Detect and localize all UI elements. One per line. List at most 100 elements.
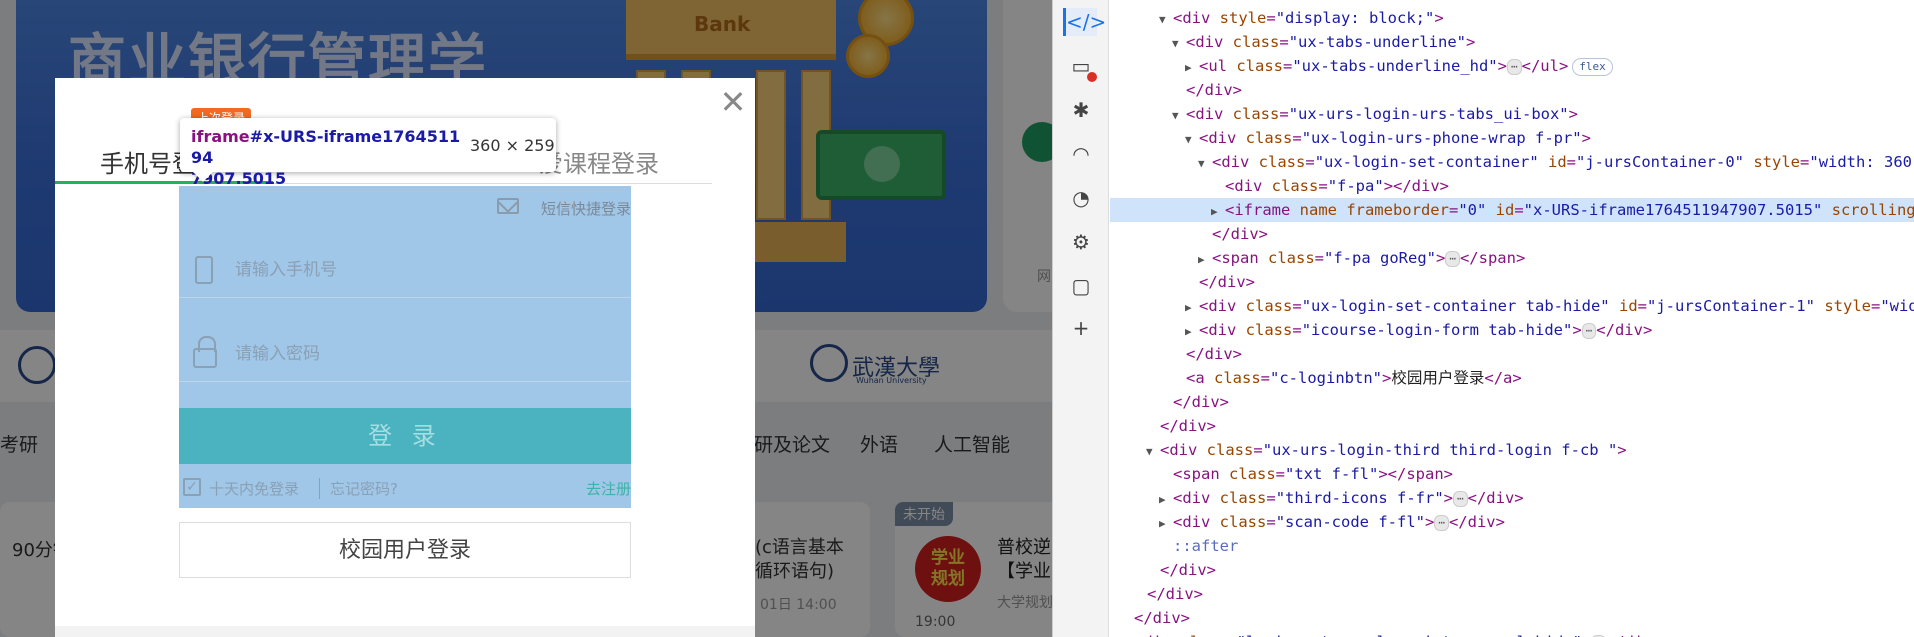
network-icon[interactable]: ◠	[1067, 140, 1095, 168]
elements-icon[interactable]: </>	[1063, 8, 1106, 36]
dom-node-row[interactable]: </div>	[1110, 78, 1914, 102]
campus-login-button[interactable]: 校园用户登录	[179, 522, 631, 578]
dom-node-row[interactable]: ▶ <iframe name frameborder="0" id="x-URS-…	[1110, 198, 1914, 222]
dom-node-row[interactable]: ▶ <ul class="ux-tabs-underline_hd"> ⋯ </ul>…	[1110, 54, 1914, 78]
attr-name: class	[1245, 321, 1293, 339]
closing-tag: </div>	[1173, 393, 1229, 411]
collapse-arrow-icon[interactable]: ▼	[1172, 32, 1186, 56]
collapsed-children-icon[interactable]: ⋯	[1507, 58, 1522, 75]
sp	[1610, 297, 1619, 315]
expand-arrow-icon[interactable]: ▶	[1185, 56, 1199, 80]
add-icon[interactable]: +	[1067, 314, 1095, 342]
dom-node-row[interactable]: ▼ <div class="ux-tabs-underline">	[1110, 30, 1914, 54]
expand-arrow-icon[interactable]: ▶	[1120, 632, 1134, 637]
sp	[1744, 153, 1753, 171]
attr-value: "width: 360	[1809, 153, 1913, 171]
tag-open: <div	[1173, 513, 1220, 531]
collapsed-children-icon[interactable]: ⋯	[1445, 250, 1460, 267]
tag-open: <a	[1186, 369, 1214, 387]
expand-arrow-icon[interactable]: ▶	[1185, 296, 1199, 320]
remember-checkbox[interactable]: ✓	[183, 478, 201, 496]
password-input[interactable]	[235, 338, 615, 370]
dom-node-row[interactable]: ▼ <div style="display: block;">	[1110, 6, 1914, 30]
flex-badge[interactable]: flex	[1572, 57, 1613, 76]
remember-label[interactable]: 十天内免登录	[209, 478, 299, 499]
sp	[1486, 201, 1495, 219]
dom-node-row[interactable]: <a class="c-loginbtn">校园用户登录</a>	[1110, 366, 1914, 390]
dom-node-row[interactable]: ▼ <div class="ux-urs-login-third third-lo…	[1110, 438, 1914, 462]
attr-value: "0"	[1458, 201, 1487, 219]
dom-node-row[interactable]: </div>	[1110, 582, 1914, 606]
expand-arrow-icon[interactable]: ▶	[1159, 488, 1173, 512]
dom-node-row[interactable]: </div>	[1110, 222, 1914, 246]
performance-icon[interactable]: ◔	[1067, 184, 1095, 212]
login-button[interactable]: 登 录	[179, 408, 631, 464]
dom-node-row[interactable]: <span class="txt f-fl"></span>	[1110, 462, 1914, 486]
collapsed-children-icon[interactable]: ⋯	[1434, 514, 1449, 531]
collapse-arrow-icon[interactable]: ▼	[1185, 128, 1199, 152]
bug-icon[interactable]: ✱	[1067, 96, 1095, 124]
dom-node-row[interactable]: </div>	[1110, 558, 1914, 582]
tag-close: >	[1581, 129, 1591, 147]
collapse-arrow-icon[interactable]: ▼	[1172, 104, 1186, 128]
collapse-arrow-icon[interactable]: ▼	[1198, 152, 1212, 176]
collapsed-children-icon[interactable]: ⋯	[1581, 322, 1597, 339]
expand-arrow-icon[interactable]: ▶	[1211, 200, 1225, 224]
dom-node-row[interactable]: ▶ <div class="ux-login-set-container tab-…	[1110, 294, 1914, 318]
attr-eq: =	[1266, 489, 1276, 507]
close-icon[interactable]: ✕	[715, 84, 751, 120]
attr-eq: =	[1871, 297, 1881, 315]
attr-eq: =	[1260, 369, 1271, 387]
tooltip-id-cont: 7907.5015	[191, 169, 287, 188]
attr-value: "icourse-login-form tab-hide"	[1301, 321, 1573, 339]
dom-node-row[interactable]: ▼ <div class="ux-login-set-container" id=…	[1110, 150, 1914, 174]
dom-node-row[interactable]: ▶ <div class="icourse-login-form tab-hide…	[1110, 318, 1914, 342]
console-icon[interactable]: ▭	[1067, 52, 1097, 82]
attr-value: "j-ursContainer-0"	[1576, 153, 1744, 171]
dom-node-row[interactable]: ▼ <div class="ux-urs-login-urs-tabs_ui-bo…	[1110, 102, 1914, 126]
closing-tag: </div>	[1606, 633, 1662, 637]
tag-open: <div	[1199, 321, 1246, 339]
tooltip-size: 360 × 259	[470, 136, 555, 155]
attr-name: style	[1219, 9, 1267, 27]
dom-node-row[interactable]: ▶ <div class="scan-code f-fl"> ⋯ </div>	[1110, 510, 1914, 534]
collapse-arrow-icon[interactable]: ▼	[1159, 8, 1173, 32]
dom-node-row[interactable]: </div>	[1110, 606, 1914, 630]
dom-node-row[interactable]: </div>	[1110, 270, 1914, 294]
expand-arrow-icon[interactable]: ▶	[1159, 512, 1173, 536]
attr-eq: =	[1227, 633, 1236, 637]
forgot-password-link[interactable]: 忘记密码?	[319, 478, 398, 499]
dom-node-row[interactable]: </div>	[1110, 414, 1914, 438]
attr-name: id	[1495, 201, 1515, 219]
attr-value: "ux-login-urs-phone-wrap f-pr"	[1301, 129, 1582, 147]
dom-node-row[interactable]: ▶<div class="login-set-panel register-pa…	[1110, 630, 1914, 637]
settings-chip-icon[interactable]: ⚙	[1067, 228, 1095, 256]
expand-arrow-icon[interactable]: ▶	[1198, 248, 1212, 272]
expand-arrow-icon[interactable]: ▶	[1185, 320, 1199, 344]
tag-close: >	[1436, 249, 1446, 267]
dom-node-row[interactable]: </div>	[1110, 390, 1914, 414]
tab-icourse-login[interactable]: 爱课程登录	[539, 144, 659, 179]
dom-node-row[interactable]: ▼ <div class="ux-login-urs-phone-wrap f-p…	[1110, 126, 1914, 150]
dom-node-row[interactable]: ::after	[1110, 534, 1914, 558]
attr-value: "ux-tabs-underline"	[1288, 33, 1466, 51]
attr-eq: =	[1637, 297, 1647, 315]
modal-footer	[55, 626, 755, 637]
dom-node-row[interactable]: ▶ <div class="third-icons f-fr"> ⋯ </div>	[1110, 486, 1914, 510]
lock-icon	[193, 336, 217, 368]
attr-value: "c-loginbtn"	[1270, 369, 1382, 387]
application-icon[interactable]: ▢	[1067, 272, 1095, 300]
tag-close: >	[1497, 57, 1507, 75]
sms-login-link[interactable]: 短信快捷登录	[541, 198, 631, 219]
attr-eq: =	[1318, 177, 1328, 195]
phone-input[interactable]	[235, 254, 615, 286]
closing-tag: </div>	[1186, 345, 1242, 363]
closing-tag: </span>	[1459, 249, 1526, 267]
dom-node-row[interactable]: <div class="f-pa"></div>	[1110, 174, 1914, 198]
attr-eq: =	[1514, 201, 1524, 219]
collapse-arrow-icon[interactable]: ▼	[1146, 440, 1160, 464]
dom-node-row[interactable]: </div>	[1110, 342, 1914, 366]
dom-node-row[interactable]: ▶ <span class="f-pa goReg"> ⋯ </span>	[1110, 246, 1914, 270]
register-link[interactable]: 去注册	[586, 478, 631, 499]
collapsed-children-icon[interactable]: ⋯	[1453, 490, 1468, 507]
